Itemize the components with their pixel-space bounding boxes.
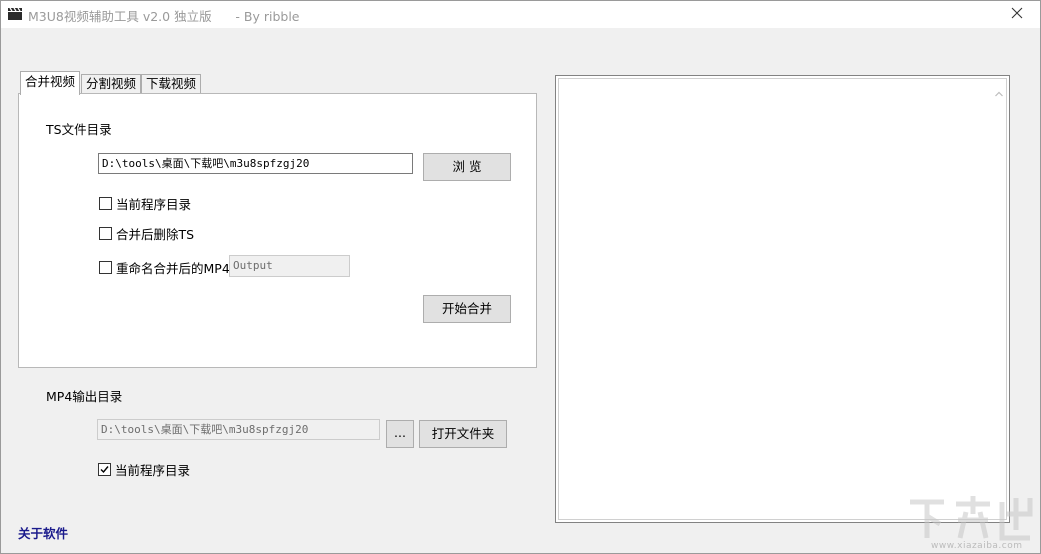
log-output-inner bbox=[558, 78, 1007, 520]
output-current-dir-checkbox-row[interactable]: 当前程序目录 bbox=[98, 460, 190, 479]
tab-download-video[interactable]: 下载视频 bbox=[141, 74, 202, 94]
output-current-dir-checkbox-label: 当前程序目录 bbox=[115, 463, 191, 478]
mp4-output-dir-input[interactable]: D:\tools\桌面\下载吧\m3u8spfzgj20 bbox=[97, 419, 380, 440]
delete-ts-checkbox-row[interactable]: 合并后删除TS bbox=[99, 224, 194, 243]
rename-output-input[interactable]: Output bbox=[229, 255, 350, 277]
clapperboard-icon bbox=[7, 7, 23, 21]
open-folder-button[interactable]: 打开文件夹 bbox=[419, 420, 507, 448]
ts-dir-label: TS文件目录 bbox=[46, 122, 112, 137]
check-mark-icon bbox=[100, 466, 109, 474]
watermark-url: www.xiazaiba.com bbox=[931, 541, 1023, 551]
current-dir-checkbox-label: 当前程序目录 bbox=[116, 197, 192, 212]
merge-tab-panel: TS文件目录 D:\tools\桌面\下载吧\m3u8spfzgj20 浏 览 … bbox=[18, 93, 537, 368]
current-dir-checkbox[interactable] bbox=[99, 197, 112, 210]
delete-ts-checkbox[interactable] bbox=[99, 227, 112, 240]
browse-button[interactable]: 浏 览 bbox=[423, 153, 511, 181]
about-software-link[interactable]: 关于软件 bbox=[18, 523, 68, 542]
delete-ts-checkbox-label: 合并后删除TS bbox=[116, 227, 195, 242]
rename-mp4-checkbox-label: 重命名合并后的MP4 bbox=[116, 261, 230, 276]
mp4-output-dir-label: MP4输出目录 bbox=[46, 389, 123, 404]
watermark-logo bbox=[906, 494, 1036, 545]
close-button[interactable] bbox=[994, 1, 1040, 28]
close-icon bbox=[1011, 7, 1023, 22]
log-output-area[interactable] bbox=[555, 75, 1010, 523]
title-bar: M3U8视频辅助工具 v2.0 独立版 - By ribble bbox=[1, 1, 1040, 28]
start-merge-button[interactable]: 开始合并 bbox=[423, 295, 511, 323]
tab-split-video[interactable]: 分割视频 bbox=[81, 74, 142, 94]
choose-output-dir-button[interactable]: ... bbox=[386, 420, 414, 448]
current-dir-checkbox-row[interactable]: 当前程序目录 bbox=[99, 194, 191, 213]
ts-dir-input[interactable]: D:\tools\桌面\下载吧\m3u8spfzgj20 bbox=[98, 153, 413, 174]
tab-merge-video[interactable]: 合并视频 bbox=[20, 71, 81, 95]
app-window: M3U8视频辅助工具 v2.0 独立版 - By ribble 合并视频 分割视… bbox=[0, 0, 1041, 554]
window-title: M3U8视频辅助工具 v2.0 独立版 - By ribble bbox=[28, 9, 300, 24]
rename-mp4-checkbox-row[interactable]: 重命名合并后的MP4 bbox=[99, 258, 230, 277]
rename-mp4-checkbox[interactable] bbox=[99, 261, 112, 274]
chevron-up-icon[interactable] bbox=[995, 86, 1003, 100]
output-current-dir-checkbox[interactable] bbox=[98, 463, 111, 476]
